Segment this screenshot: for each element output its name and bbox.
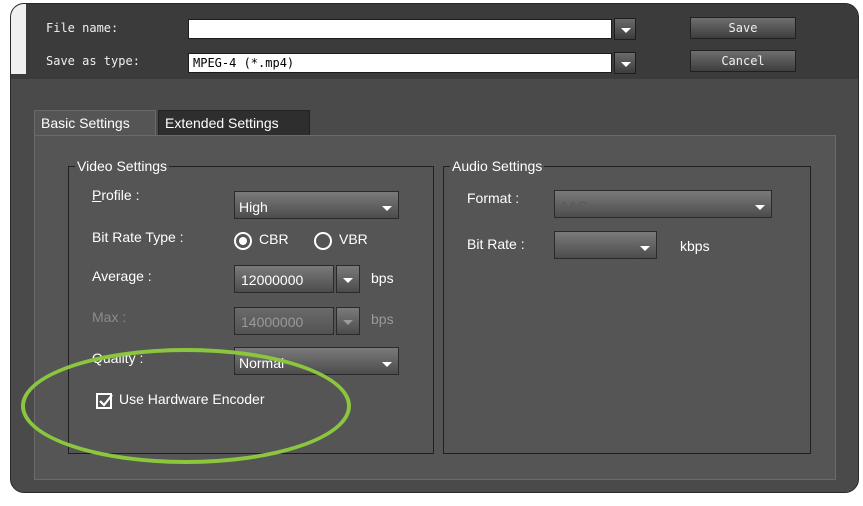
- max-unit: bps: [371, 311, 394, 327]
- cbr-radio[interactable]: [234, 232, 252, 250]
- video-settings-title: Video Settings: [75, 157, 170, 175]
- max-label: Max :: [92, 309, 127, 325]
- vbr-radio[interactable]: [314, 232, 332, 250]
- average-label: Average :: [92, 268, 152, 284]
- file-name-label: File name:: [46, 21, 119, 35]
- radio-selected-dot: [239, 237, 247, 245]
- save-button[interactable]: Save: [690, 17, 796, 39]
- chevron-down-icon: [755, 205, 765, 210]
- file-header: File name: Save as type: MPEG-4 (*.mp4) …: [11, 4, 858, 79]
- chevron-down-icon: [382, 362, 392, 367]
- profile-value: High: [239, 199, 268, 215]
- profile-select[interactable]: High: [234, 191, 399, 219]
- profile-label: Profile :: [92, 187, 140, 203]
- bitrate-type-label: Bit Rate Type :: [92, 229, 184, 245]
- save-as-type-label: Save as type:: [46, 54, 140, 68]
- audio-settings-title: Audio Settings: [450, 157, 545, 175]
- audio-bitrate-label: Bit Rate :: [467, 236, 525, 252]
- save-as-type-dropdown-button[interactable]: [614, 52, 636, 74]
- format-label: Format :: [467, 190, 520, 206]
- profile-label-text: rofile :: [101, 187, 140, 203]
- tab-extended-settings[interactable]: Extended Settings: [158, 110, 310, 136]
- audio-settings-group: Audio Settings Format : AAC Bit Rate : k…: [443, 157, 811, 454]
- format-value: AAC: [559, 198, 588, 214]
- max-input[interactable]: 14000000: [234, 307, 334, 335]
- file-name-input[interactable]: [188, 19, 612, 39]
- average-input[interactable]: 12000000: [234, 265, 334, 293]
- tab-basic-settings[interactable]: Basic Settings: [34, 110, 156, 136]
- average-unit: bps: [371, 270, 394, 286]
- chevron-down-icon: [640, 246, 650, 251]
- vbr-label: VBR: [339, 231, 368, 247]
- audio-bitrate-unit: kbps: [680, 238, 710, 254]
- max-dropdown-button[interactable]: [336, 307, 360, 335]
- chevron-down-icon: [382, 206, 392, 211]
- file-name-dropdown-button[interactable]: [614, 18, 636, 40]
- save-as-type-select[interactable]: MPEG-4 (*.mp4): [188, 53, 612, 73]
- highlight-ellipse: [21, 348, 351, 464]
- header-strip: [11, 4, 26, 74]
- audio-bitrate-select[interactable]: [554, 231, 657, 259]
- average-dropdown-button[interactable]: [336, 265, 360, 293]
- cbr-label: CBR: [259, 231, 289, 247]
- format-select[interactable]: AAC: [554, 190, 772, 218]
- cancel-button[interactable]: Cancel: [690, 50, 796, 72]
